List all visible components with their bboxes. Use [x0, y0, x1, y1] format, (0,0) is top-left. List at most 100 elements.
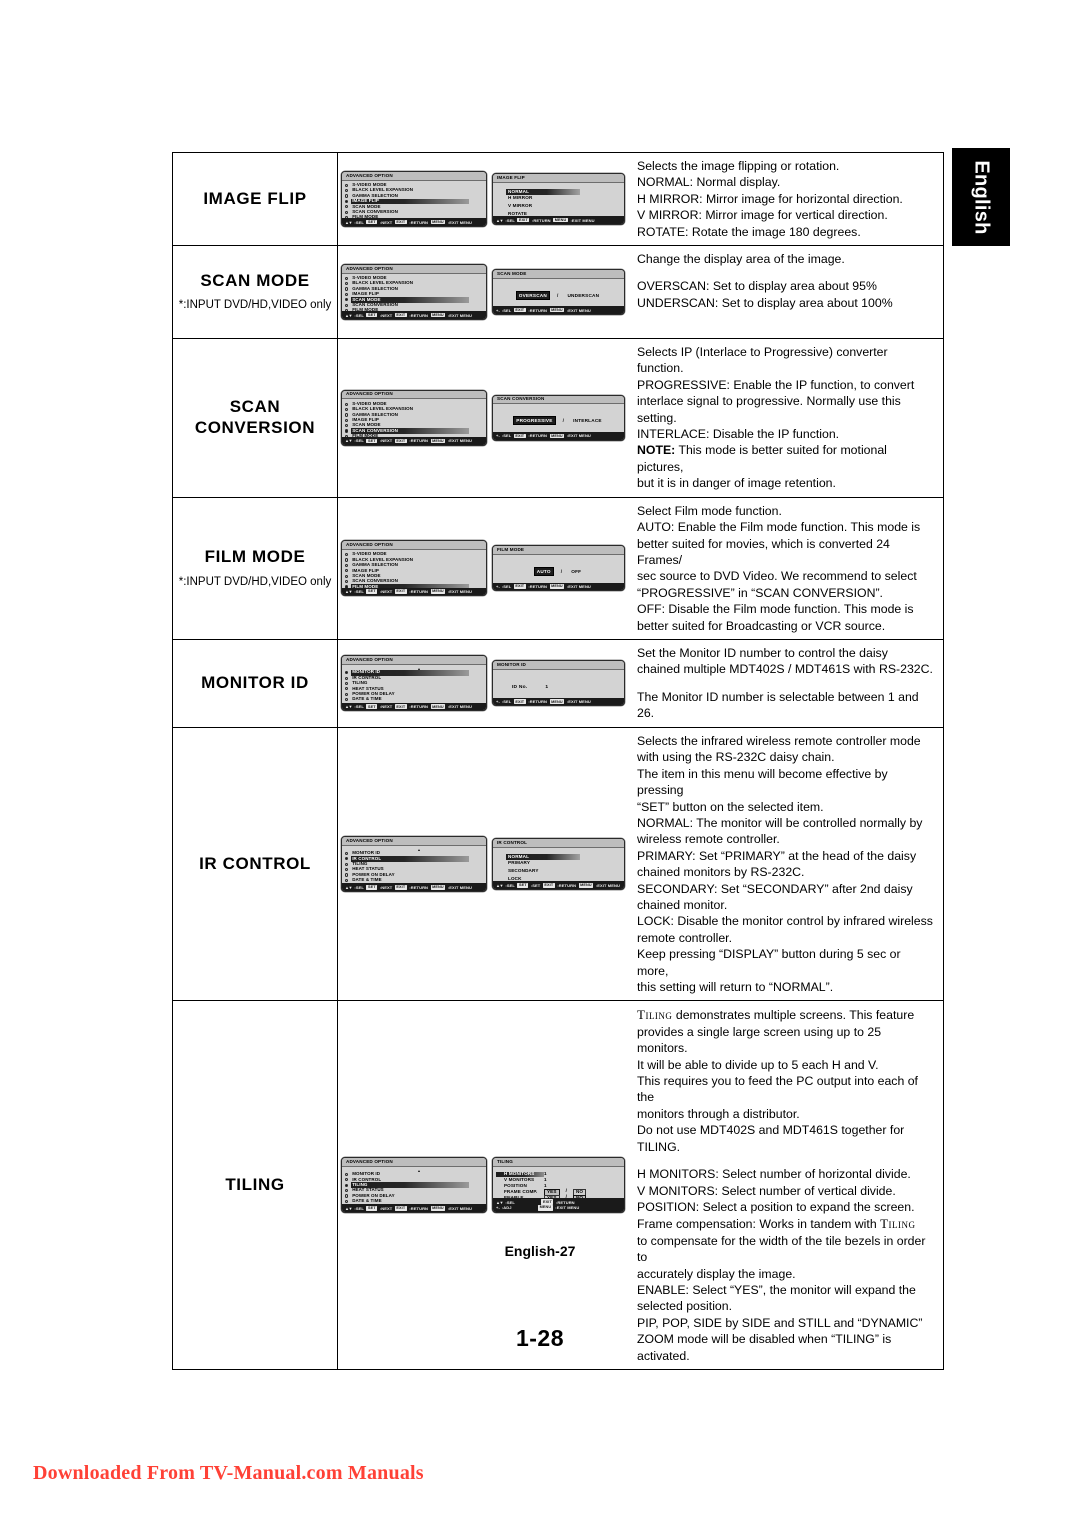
radio-icon	[345, 210, 349, 214]
exit-key: EXIT	[513, 307, 526, 313]
option-item[interactable]: SECONDARY	[506, 868, 621, 876]
description-line: OVERSCAN: Set to display area about 95%	[637, 279, 877, 294]
arrow-leftright-icon: + -	[496, 1205, 500, 1211]
tiling-rows: H MONITORS 1 V MONITORS 1 POSITION 1 FRAME COM…	[496, 1169, 621, 1203]
radio-icon	[345, 569, 349, 573]
description-line: This requires you to feed the PC output …	[637, 1074, 918, 1105]
arrow-updown-icon: ▲▼	[496, 882, 503, 888]
description-line: INTERLACE: Disable the IP function.	[637, 427, 840, 442]
osd-advanced-option: ADVANCED OPTION ▴ MONITOR ID IR CONTROL TILI…	[341, 1157, 487, 1214]
radio-icon	[345, 298, 349, 302]
arrow-updown-icon: ▲▼	[345, 312, 352, 318]
osd-title: ADVANCED OPTION	[342, 390, 486, 400]
language-tab: English	[952, 148, 1010, 246]
table-row: SCAN MODE *:INPUT DVD/HD,VIDEO only ADVANC…	[173, 246, 943, 340]
menu-key: MENU	[549, 584, 565, 589]
description-line: chained monitors by RS-232C.	[637, 865, 805, 880]
osd-body: AUTO / OFF	[493, 555, 624, 578]
radio-icon	[345, 851, 349, 856]
osd-title: MONITOR ID	[493, 661, 624, 671]
radio-icon	[345, 1172, 349, 1177]
description-line: provides a single large screen using up …	[637, 1024, 882, 1056]
description-line: ENABLE: Select “YES”, the monitor will e…	[637, 1282, 916, 1297]
osd-help-bar: ▲▼:SEL SET:NEXT EXIT:RETURN MENU:EXIT MENU	[342, 702, 486, 711]
feature-title: SCAN MODE	[200, 270, 310, 290]
description-line: Frame compensation: Works in tandem with…	[637, 1216, 916, 1232]
osd-help-bar: + -:SEL EXIT:RETURN MENU:EXIT MENU	[493, 582, 624, 591]
setting-value: 1	[544, 1177, 547, 1183]
exit-key: EXIT	[394, 312, 407, 318]
option-item[interactable]: V MIRROR	[506, 203, 621, 211]
tiling-term: Tiling	[880, 1216, 916, 1232]
osd-title: SCAN CONVERSION	[493, 395, 624, 405]
osd-title: SCAN MODE	[493, 270, 624, 279]
choice-option[interactable]: PROGRESSIVE	[513, 416, 556, 426]
arrow-leftright-icon: + -	[496, 583, 500, 589]
option-item[interactable]: H MIRROR	[506, 195, 621, 203]
monitor-id-row[interactable]: ID No. 1	[496, 685, 621, 690]
description-line: but it is in danger of image retention.	[637, 476, 836, 491]
arrow-updown-icon: ▲▼	[345, 704, 352, 710]
osd-help-bar: ▲▼:SEL EXIT:RETURN MENU:EXIT MENU	[493, 216, 624, 225]
exit-key: EXIT	[394, 704, 407, 709]
table-row: SCAN CONVERSION ADVANCED OPTION S-VIDEO MO…	[173, 339, 943, 498]
set-key: SET	[366, 704, 378, 709]
osd-screenshot-cell: ADVANCED OPTION ▴ MONITOR ID IR CONTROL TILI…	[338, 728, 630, 1001]
osd-submenu: TILING H MONITORS 1 V MONITORS 1 POSITION 1 FRA…	[492, 1157, 625, 1214]
osd-advanced-option: ADVANCED OPTION S-VIDEO MODE BLACK LEVEL E…	[341, 389, 487, 446]
menu-key: MENU	[553, 217, 568, 223]
description-line: chained monitor.	[637, 898, 728, 912]
radio-icon	[345, 276, 349, 280]
osd-advanced-option: ADVANCED OPTION S-VIDEO MODE BLACK LEVEL E…	[341, 540, 487, 597]
choice-option[interactable]: OFF	[569, 568, 583, 575]
description-line: accurately display the image.	[637, 1266, 796, 1281]
feature-title: MONITOR ID	[201, 673, 309, 693]
exit-key: EXIT	[394, 885, 407, 890]
osd-advanced-option: ADVANCED OPTION ▴ MONITOR ID IR CONTROL TILI…	[341, 655, 487, 712]
description-line: V MIRROR: Mirror image for vertical dire…	[637, 208, 888, 223]
description-line: wireless remote controller.	[637, 832, 780, 847]
radio-icon	[345, 402, 349, 406]
osd-title: ADVANCED OPTION	[342, 541, 486, 550]
description-line: TILING.	[637, 1139, 681, 1154]
radio-icon	[345, 418, 349, 422]
description-line: better suited for movies, which is conve…	[637, 536, 890, 567]
radio-icon	[345, 292, 349, 297]
radio-icon	[345, 857, 349, 861]
osd-screenshot-cell: ADVANCED OPTION S-VIDEO MODE BLACK LEVEL E…	[338, 246, 630, 338]
osd-title: ADVANCED OPTION	[342, 172, 486, 181]
radio-icon	[345, 287, 349, 291]
table-row: FILM MODE *:INPUT DVD/HD,VIDEO only ADVANC…	[173, 497, 943, 640]
description-line: better suited for Broadcasting or VCR so…	[637, 618, 886, 633]
choice-separator: /	[560, 568, 563, 574]
exit-key: EXIT	[394, 589, 407, 594]
description-line: NORMAL: The monitor will be controlled n…	[637, 815, 923, 830]
osd-help-bar: ▲▼:SEL SET:NEXT EXIT:RETURN MENU:EXIT MENU	[342, 311, 486, 320]
table-row: MONITOR ID ADVANCED OPTION ▴ MONITOR ID IR C…	[173, 639, 943, 728]
menu-key: MENU	[430, 589, 446, 594]
choice-option[interactable]: AUTO	[533, 566, 554, 576]
description-line: NORMAL: Normal display.	[637, 175, 781, 190]
radio-icon	[345, 687, 349, 691]
osd-screenshot-cell: ADVANCED OPTION S-VIDEO MODE BLACK LEVEL E…	[338, 498, 630, 639]
description-line: remote controller.	[637, 930, 733, 945]
option-list: NORMAL PRIMARY SECONDARY LOCK	[506, 853, 621, 885]
osd-submenu: SCAN MODE OVERSCAN / UNDERSCAN + -:SEL EXIT:R…	[492, 269, 625, 316]
choice-option[interactable]: UNDERSCAN	[565, 292, 601, 299]
feature-title: FILM MODE	[204, 547, 306, 567]
choice-row: PROGRESSIVE / INTERLACE	[496, 416, 621, 426]
osd-submenu: SCAN CONVERSION PROGRESSIVE / INTERLACE + -:…	[492, 394, 625, 441]
choice-option[interactable]: OVERSCAN	[515, 290, 550, 300]
radio-icon	[345, 563, 349, 567]
option-item[interactable]: PRIMARY	[506, 860, 621, 868]
radio-icon	[345, 189, 349, 193]
description-cell: Tiling demonstrates multiple screens. Th…	[630, 1001, 943, 1369]
page-label: English-27	[504, 1243, 576, 1259]
menu-key: MENU	[430, 312, 446, 318]
choice-option[interactable]: INTERLACE	[571, 417, 604, 424]
menu-key: MENU	[430, 219, 446, 225]
exit-key: EXIT	[394, 219, 407, 225]
osd-body: PROGRESSIVE / INTERLACE	[493, 404, 624, 427]
radio-icon	[345, 681, 349, 686]
setting-label: POSITION	[504, 1183, 527, 1189]
